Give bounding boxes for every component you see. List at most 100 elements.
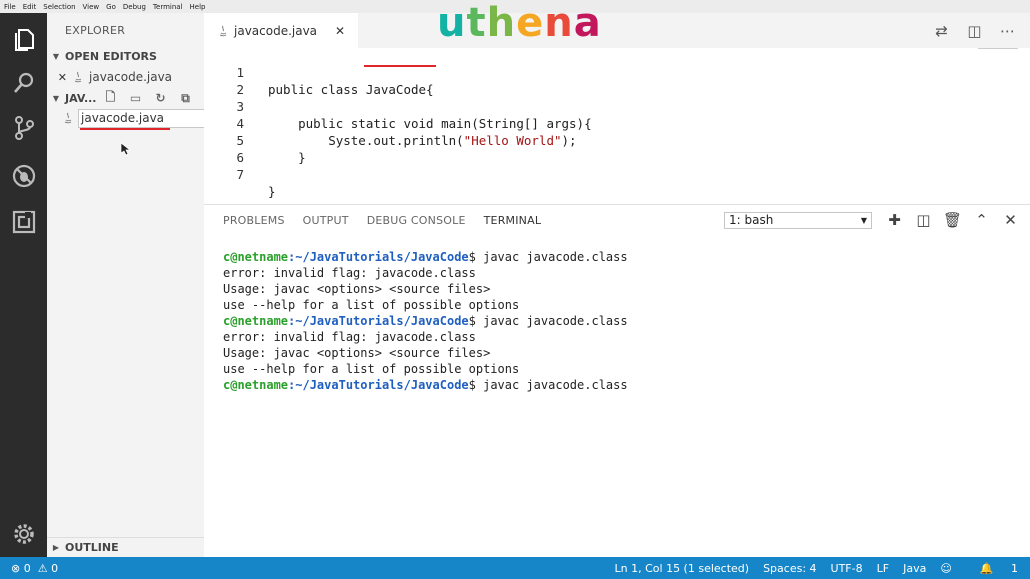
menu-go[interactable]: Go [106,3,116,11]
menu-selection[interactable]: Selection [43,3,75,11]
prompt-path: :~/JavaTutorials/JavaCode [288,378,469,392]
terminal-output[interactable]: c@netname:~/JavaTutorials/JavaCode$ java… [223,249,628,393]
explorer-actions: 🗋 ▭ ↻ ⧉ [98,88,198,108]
code-text: public static void main(String[] args){ [268,116,592,131]
open-editors-section[interactable]: ▼ OPEN EDITORS [47,46,204,66]
open-editor-item[interactable]: ✕ javacode.java [47,67,204,87]
terminal-line: use --help for a list of possible option… [223,298,520,312]
chevron-down-icon: ▼ [860,216,867,225]
close-icon[interactable]: ✕ [47,71,67,84]
collapse-all-icon[interactable]: ⧉ [173,91,198,106]
split-editor-icon[interactable]: ◫ [958,22,991,40]
maximize-chevron-up-icon[interactable]: ⌃ [967,211,996,229]
language-mode[interactable]: Java [903,562,926,575]
terminal-command: $ javac javacode.class [468,378,628,392]
status-right: Ln 1, Col 15 (1 selected) Spaces: 4 UTF-… [601,557,1018,579]
code-line: 6 [204,132,244,165]
status-bar: ⊗ 0 ⚠ 0 Ln 1, Col 15 (1 selected) Spaces… [0,557,1030,579]
line-ending[interactable]: LF [877,562,889,575]
code-token: Syste.out.println( [268,133,464,148]
panel-tabs: PROBLEMS OUTPUT DEBUG CONSOLE TERMINAL [223,214,559,227]
mouse-cursor-icon [120,142,130,156]
more-actions-icon[interactable]: ⋯ [991,22,1024,40]
code-line: 4 Syste.out.println("Hello World"); [204,98,576,148]
code-editor[interactable]: 1 public class JavaCode{ 2 3 public stat… [204,48,1030,204]
chevron-down-icon: ▼ [52,93,60,103]
menu-help[interactable]: Help [190,3,206,11]
open-changes-icon[interactable]: ⇄ [925,22,958,40]
indentation[interactable]: Spaces: 4 [763,562,816,575]
tab-debug-console[interactable]: DEBUG CONSOLE [367,214,466,227]
debug-icon[interactable] [11,163,37,189]
code-line: 5 } [204,115,305,165]
outline-section[interactable]: ▶ OUTLINE [47,537,204,557]
code-line: 1 public class JavaCode{ [204,47,433,97]
extensions-icon[interactable] [11,209,37,235]
code-text: } [268,150,306,165]
code-token: ); [561,133,577,148]
terminal-line: c@netname:~/JavaTutorials/JavaCode$ java… [223,313,628,329]
tab-terminal[interactable]: TERMINAL [484,214,542,227]
warning-icon: ⚠ [30,561,52,575]
terminal-line: Usage: javac <options> <source files> [223,282,491,296]
code-text: Syste.out.println("Hello World"); [268,132,577,149]
close-icon[interactable]: ✕ [996,211,1025,229]
logo-letter: e [516,0,545,46]
menu-terminal[interactable]: Terminal [153,3,183,11]
menu-debug[interactable]: Debug [123,3,146,11]
notification-count: 1 [1011,561,1018,575]
prompt-path: :~/JavaTutorials/JavaCode [288,250,469,264]
panel-actions: ✚ ◫ 🗑 ⌃ ✕ [880,211,1025,229]
explorer-title: EXPLORER [65,24,126,37]
code-text: } [268,184,276,199]
editor-tab-bar: javacode.java ✕ ⇄ ◫ ⋯ [204,13,1030,48]
java-file-icon [64,112,72,124]
new-file-icon[interactable]: 🗋 [98,88,123,109]
settings-gear-icon[interactable] [11,521,37,547]
tab-javacode[interactable]: javacode.java ✕ [204,13,358,48]
terminal-select-value: 1: bash [729,213,774,227]
terminal-select[interactable]: 1: bash ▼ [724,212,872,229]
search-icon[interactable] [11,70,37,96]
open-editor-file-label: javacode.java [89,70,173,84]
terminal-line: c@netname:~/JavaTutorials/JavaCode$ java… [223,377,628,393]
tab-problems[interactable]: PROBLEMS [223,214,285,227]
rename-file-input[interactable]: javacode.java [78,109,205,128]
trash-icon[interactable]: 🗑 [938,211,967,229]
error-count: 0 [23,561,31,575]
terminal-command: $ javac javacode.class [468,314,628,328]
problems-status[interactable]: ⊗ 0 ⚠ 0 [11,557,58,579]
error-icon: ⊗ [11,561,24,575]
notifications[interactable]: 🔔 1 [966,562,1018,575]
code-text: public class JavaCode{ [268,82,434,97]
workspace-section[interactable]: ▼ JAV... 🗋 ▭ ↻ ⧉ [47,88,204,108]
annotation-underline [80,128,170,130]
terminal-command: $ javac javacode.class [468,250,628,264]
open-editors-label: OPEN EDITORS [65,49,157,63]
encoding[interactable]: UTF-8 [831,562,863,575]
editor-actions: ⇄ ◫ ⋯ [925,13,1024,48]
close-icon[interactable]: ✕ [335,24,345,38]
warning-count: 0 [51,561,59,575]
menu-edit[interactable]: Edit [23,3,37,11]
chevron-down-icon: ▼ [52,51,60,61]
feedback-smiley-icon[interactable]: ☺ [940,562,951,575]
refresh-icon[interactable]: ↻ [148,91,173,105]
explorer-icon[interactable] [11,27,37,53]
split-terminal-icon[interactable]: ◫ [909,211,938,229]
add-icon[interactable]: ✚ [880,211,909,229]
tab-output[interactable]: OUTPUT [303,214,349,227]
logo-letter: h [486,0,517,46]
terminal-line: use --help for a list of possible option… [223,362,520,376]
menu-view[interactable]: View [83,3,100,11]
source-control-icon[interactable] [11,115,37,141]
code-line: 3 public static void main(String[] args)… [204,81,591,131]
cursor-position[interactable]: Ln 1, Col 15 (1 selected) [615,562,750,575]
terminal-line: c@netname:~/JavaTutorials/JavaCode$ java… [223,249,628,265]
minimap[interactable] [978,48,1018,51]
new-folder-icon[interactable]: ▭ [123,91,148,105]
explorer-sidebar: EXPLORER ▼ OPEN EDITORS ✕ javacode.java … [47,13,205,557]
menu-file[interactable]: File [4,3,16,11]
prompt-user: c@netname [223,378,289,392]
logo-letter: u [437,0,467,46]
